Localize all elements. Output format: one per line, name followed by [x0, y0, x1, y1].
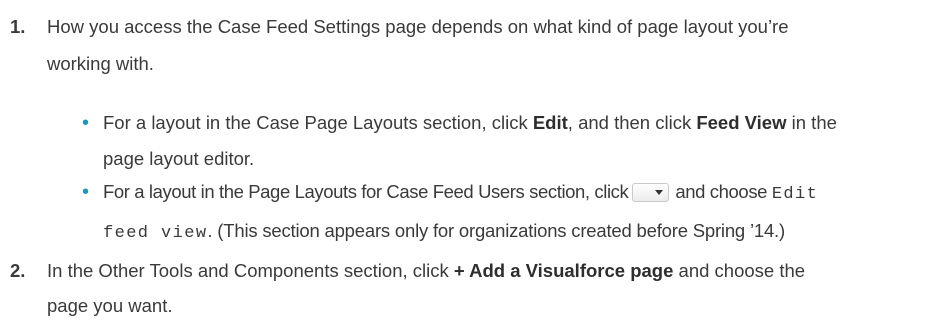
feed-view-link: Feed View [696, 112, 787, 133]
add-visualforce-page-link: + Add a Visualforce page [453, 260, 674, 281]
text-run: in the [786, 112, 837, 133]
bullet-text: For a layout in the Case Page Layouts se… [103, 108, 938, 174]
document-body: 1. How you access the Case Feed Settings… [0, 0, 951, 331]
text-run: In the Other Tools and Components sectio… [47, 260, 454, 281]
caret-down-icon [655, 190, 664, 195]
step-text-line: page you want. [47, 295, 173, 316]
text-run: and choose the [673, 260, 806, 281]
bullet-line: For a layout in the Page Layouts for Cas… [103, 177, 938, 210]
text-run: and choose [675, 181, 768, 202]
bullet-dot-icon: • [82, 181, 90, 203]
step-text-line: working with. [47, 53, 154, 74]
bullet-line: page layout editor. [103, 148, 255, 169]
bullet-text: For a layout in the Page Layouts for Cas… [103, 177, 938, 249]
step-text-line: How you access the Case Feed Settings pa… [47, 16, 789, 37]
bullet-dot-icon: • [82, 112, 90, 134]
step-text: How you access the Case Feed Settings pa… [47, 12, 932, 79]
dropdown-menu-button-icon[interactable] [632, 183, 670, 202]
step-text: In the Other Tools and Components sectio… [47, 256, 932, 321]
text-run: . (This section appears only for organiz… [207, 220, 785, 241]
code-text: Edit [771, 185, 819, 204]
edit-link: Edit [532, 112, 568, 133]
step-number: 2. [10, 260, 26, 281]
step-number: 1. [10, 16, 26, 37]
step-text-line: In the Other Tools and Components sectio… [47, 256, 932, 286]
text-run: , and then click [567, 112, 697, 133]
text-run: For a layout in the Case Page Layouts se… [103, 112, 533, 133]
bullet-line: For a layout in the Case Page Layouts se… [103, 108, 938, 138]
text-run: For a layout in the Page Layouts for Cas… [103, 181, 629, 202]
code-text: feed view [103, 224, 208, 243]
bullet-line: feed view. (This section appears only fo… [103, 216, 938, 249]
